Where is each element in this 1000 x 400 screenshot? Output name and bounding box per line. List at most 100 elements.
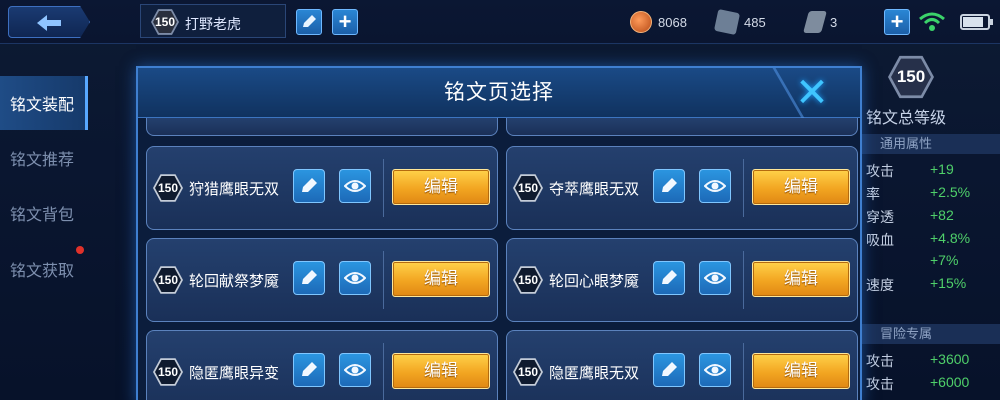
page-level-badge: 150: [513, 173, 543, 203]
section-adventure-header: 冒险专属: [862, 324, 1000, 344]
back-arrow-icon: [37, 15, 61, 31]
stat-row: 攻击 +6000: [866, 374, 970, 392]
preview-button[interactable]: [339, 353, 371, 387]
stat-row: 速度 +15%: [866, 275, 967, 293]
stat-row: +7%: [930, 252, 959, 268]
edit-button[interactable]: 编辑: [392, 353, 490, 389]
pencil-icon: [303, 15, 316, 27]
plus-icon: +: [890, 9, 904, 34]
sidebar-item-label: 铭文背包: [10, 207, 75, 224]
divider: [743, 159, 744, 217]
sidebar-item-equip[interactable]: 铭文装配: [0, 76, 88, 130]
pencil-icon: [662, 178, 677, 192]
rename-button[interactable]: [293, 261, 325, 295]
page-level-badge: 150: [153, 265, 183, 295]
edit-button[interactable]: 编辑: [392, 261, 490, 297]
stat-row: 攻击 +3600: [866, 351, 970, 369]
page-name: 轮回献祭梦魇: [189, 273, 280, 290]
player-name: 打野老虎: [185, 16, 241, 32]
diamond-currency[interactable]: 485: [713, 8, 766, 36]
rename-button[interactable]: [293, 169, 325, 203]
rune-stats-panel: 150 铭文总等级 通用属性 攻击 +19 率 +2.5% 穿透 +82 吸血 +4.8…: [862, 48, 1000, 400]
add-page-button[interactable]: +: [332, 9, 358, 35]
dialog-title: 铭文页选择: [444, 81, 554, 104]
eye-icon: [344, 364, 366, 376]
voucher-amount: 3: [830, 14, 838, 30]
player-profile[interactable]: 150 打野老虎: [140, 4, 286, 38]
preview-button[interactable]: [699, 169, 731, 203]
total-level-title: 铭文总等级: [866, 110, 947, 127]
page-level-badge: 150: [513, 265, 543, 295]
eye-icon: [704, 272, 726, 284]
rename-button[interactable]: [653, 261, 685, 295]
rune-page-card[interactable]: 150 夺萃鹰眼无双 编辑: [506, 146, 858, 230]
divider: [383, 159, 384, 217]
page-name: 狩猎鹰眼无双: [189, 181, 280, 198]
preview-button[interactable]: [339, 261, 371, 295]
preview-button[interactable]: [699, 353, 731, 387]
stat-row: 穿透 +82: [866, 207, 954, 225]
divider: [743, 251, 744, 309]
eye-icon: [704, 180, 726, 192]
close-icon: ✕: [795, 71, 829, 115]
preview-button[interactable]: [699, 261, 731, 295]
stat-row: 率 +2.5%: [866, 184, 971, 202]
total-level-badge: 150: [888, 54, 934, 100]
rune-page-card[interactable]: 150 隐匿鹰眼异变 编辑: [146, 330, 498, 400]
divider: [383, 343, 384, 400]
dialog-header: 铭文页选择 ✕: [138, 68, 860, 118]
pencil-icon: [662, 270, 677, 284]
plus-icon: +: [338, 9, 352, 34]
rune-page-card[interactable]: 150 轮回献祭梦魇 编辑: [146, 238, 498, 322]
recharge-button[interactable]: +: [884, 9, 910, 35]
gold-coin-icon: [630, 11, 652, 33]
divider: [743, 343, 744, 400]
eye-icon: [704, 364, 726, 376]
sidebar-item-label: 铭文获取: [10, 263, 75, 280]
page-level-badge: 150: [153, 357, 183, 387]
page-name: 轮回心眼梦魇: [549, 273, 640, 290]
close-button[interactable]: ✕: [792, 73, 832, 113]
page-name: 隐匿鹰眼无双: [549, 365, 640, 382]
stat-row: 攻击 +19: [866, 161, 954, 179]
rename-button[interactable]: [293, 353, 325, 387]
voucher-currency[interactable]: 3: [803, 11, 838, 33]
voucher-icon: [803, 11, 827, 33]
back-button[interactable]: [8, 6, 90, 38]
section-general-header: 通用属性: [862, 134, 1000, 154]
list-item: [146, 118, 498, 136]
rune-page-card[interactable]: 150 狩猎鹰眼无双 编辑: [146, 146, 498, 230]
sidebar-item-recommend[interactable]: 铭文推荐: [0, 131, 88, 185]
sidebar-item-label: 铭文推荐: [10, 152, 75, 169]
pencil-icon: [302, 362, 317, 376]
rename-button[interactable]: [653, 353, 685, 387]
rune-page-card[interactable]: 150 隐匿鹰眼无双 编辑: [506, 330, 858, 400]
diamond-amount: 485: [744, 14, 766, 30]
player-level-badge: 150: [151, 8, 179, 36]
rune-page-list[interactable]: 150 狩猎鹰眼无双 编辑 150 夺萃鹰眼无双 编辑 150 轮回献祭梦魇 编…: [138, 118, 860, 400]
pencil-icon: [302, 270, 317, 284]
stat-row: 吸血 +4.8%: [866, 230, 971, 248]
gold-currency[interactable]: 8068: [630, 11, 687, 33]
edit-button[interactable]: 编辑: [752, 261, 850, 297]
page-name: 隐匿鹰眼异变: [189, 365, 280, 382]
preview-button[interactable]: [339, 169, 371, 203]
edit-button[interactable]: 编辑: [752, 353, 850, 389]
page-level-badge: 150: [153, 173, 183, 203]
pencil-icon: [302, 178, 317, 192]
diamond-icon: [713, 8, 741, 36]
sidebar-item-backpack[interactable]: 铭文背包: [0, 186, 88, 240]
sidebar-item-obtain[interactable]: 铭文获取: [0, 242, 88, 296]
pencil-icon: [662, 362, 677, 376]
eye-icon: [344, 180, 366, 192]
edit-button[interactable]: 编辑: [752, 169, 850, 205]
divider: [383, 251, 384, 309]
eye-icon: [344, 272, 366, 284]
rename-button[interactable]: [296, 9, 322, 35]
top-bar: 150 打野老虎 + 8068 485 3 +: [0, 0, 1000, 44]
page-name: 夺萃鹰眼无双: [549, 181, 640, 198]
rune-page-card[interactable]: 150 轮回心眼梦魇 编辑: [506, 238, 858, 322]
rename-button[interactable]: [653, 169, 685, 203]
edit-button[interactable]: 编辑: [392, 169, 490, 205]
sidebar-item-label: 铭文装配: [10, 97, 75, 114]
